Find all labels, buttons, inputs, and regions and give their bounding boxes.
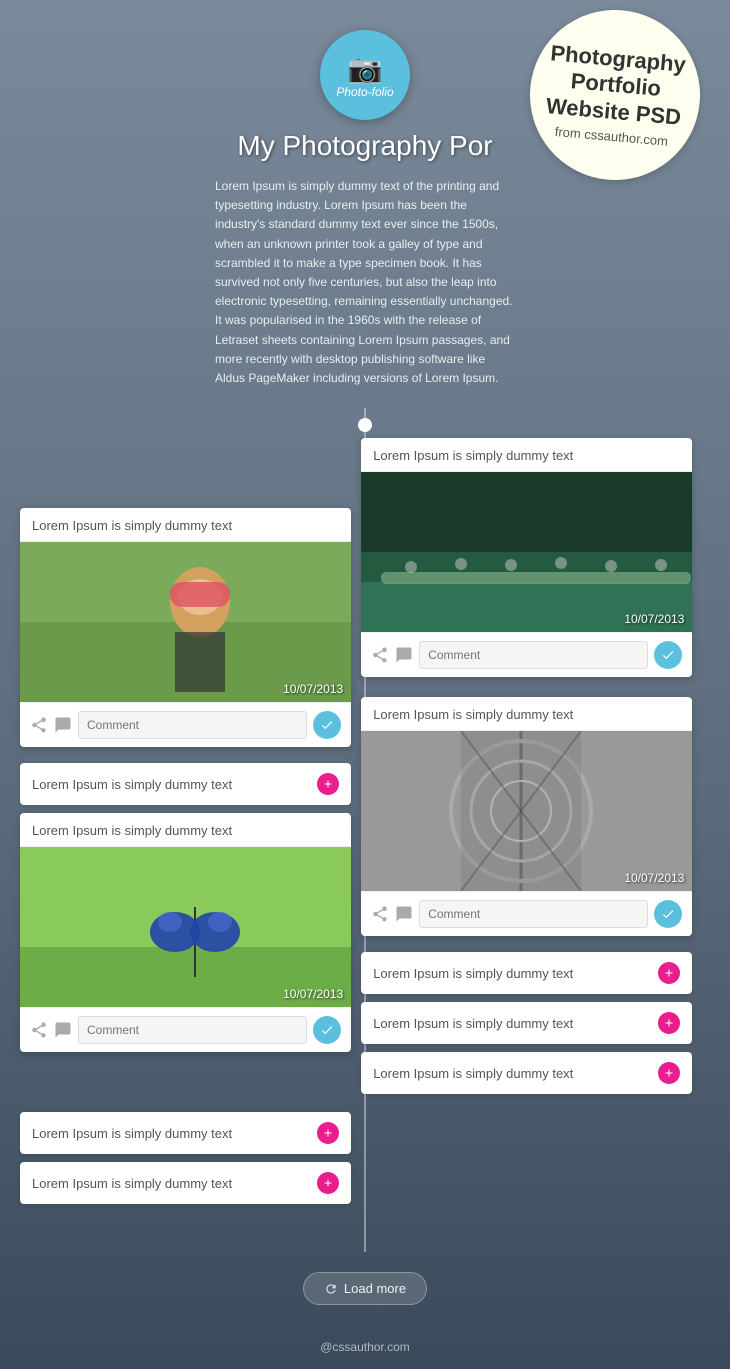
photo-image-butterfly — [20, 847, 351, 1007]
share-icon-left-2 — [30, 1021, 48, 1039]
card-title-right-2: Lorem Ipsum is simply dummy text — [361, 697, 692, 731]
small-item-left-1[interactable]: Lorem Ipsum is simply dummy text — [20, 763, 351, 805]
add-btn-left-2[interactable] — [317, 1122, 339, 1144]
comment-input-right-1[interactable] — [419, 641, 648, 669]
add-btn-right-2[interactable] — [658, 1012, 680, 1034]
badge-title-1: Photography Portfolio Website PSD — [545, 40, 687, 131]
card-title-right-1: Lorem Ipsum is simply dummy text — [361, 438, 692, 472]
small-item-right-3[interactable]: Lorem Ipsum is simply dummy text — [361, 1052, 692, 1094]
small-item-right-2[interactable]: Lorem Ipsum is simply dummy text — [361, 1002, 692, 1044]
load-more-button[interactable]: Load more — [303, 1272, 427, 1305]
small-item-text-right-2: Lorem Ipsum is simply dummy text — [373, 1016, 573, 1031]
load-more-label: Load more — [344, 1281, 406, 1296]
card-date-right-1: 10/07/2013 — [624, 612, 684, 626]
chat-icon-right-1 — [395, 646, 413, 664]
card-date-left-1: 10/07/2013 — [283, 682, 343, 696]
timeline-section: Lorem Ipsum is simply dummy text — [0, 408, 730, 1252]
card-image-wrap-left-2: 10/07/2013 — [20, 847, 351, 1007]
chat-icon-right-2 — [395, 905, 413, 923]
comment-area-right-2 — [361, 891, 692, 936]
footer: @cssauthor.com — [0, 1325, 730, 1369]
photo-card-left-2: Lorem Ipsum is simply dummy text — [20, 813, 351, 1052]
add-btn-left-1[interactable] — [317, 773, 339, 795]
small-item-text-right-1: Lorem Ipsum is simply dummy text — [373, 966, 573, 981]
share-icon-right-1 — [371, 646, 389, 664]
submit-btn-left-2[interactable] — [313, 1016, 341, 1044]
photo-card-right-2: Lorem Ipsum is simply dummy text — [361, 697, 692, 936]
small-item-left-3[interactable]: Lorem Ipsum is simply dummy text — [20, 1162, 351, 1204]
submit-btn-right-2[interactable] — [654, 900, 682, 928]
card-date-right-2: 10/07/2013 — [624, 871, 684, 885]
card-title-left-1: Lorem Ipsum is simply dummy text — [20, 508, 351, 542]
intro-paragraph: Lorem Ipsum is simply dummy text of the … — [155, 177, 575, 388]
add-btn-right-1[interactable] — [658, 962, 680, 984]
photo-card-left-1: Lorem Ipsum is simply dummy text — [20, 508, 351, 747]
footer-text: @cssauthor.com — [320, 1340, 410, 1354]
comment-input-left-2[interactable] — [78, 1016, 307, 1044]
photo-card-right-1: Lorem Ipsum is simply dummy text — [361, 438, 692, 677]
photo-image-stairs — [361, 731, 692, 891]
logo-text: Photo-folio — [336, 85, 393, 99]
photo-image-rowing — [361, 472, 692, 632]
comment-area-right-1 — [361, 632, 692, 677]
load-more-section: Load more — [0, 1252, 730, 1325]
comment-input-right-2[interactable] — [419, 900, 648, 928]
timeline-right-col: Lorem Ipsum is simply dummy text — [361, 428, 692, 1212]
page-header: 📷 Photo-folio Photography Portfolio Webs… — [0, 0, 730, 408]
share-icon-right-2 — [371, 905, 389, 923]
logo[interactable]: 📷 Photo-folio — [320, 30, 410, 120]
small-item-left-2[interactable]: Lorem Ipsum is simply dummy text — [20, 1112, 351, 1154]
small-item-text-left-3: Lorem Ipsum is simply dummy text — [32, 1176, 232, 1191]
card-image-wrap-left-1: 10/07/2013 — [20, 542, 351, 702]
small-item-text-left-1: Lorem Ipsum is simply dummy text — [32, 777, 232, 792]
add-btn-right-3[interactable] — [658, 1062, 680, 1084]
small-item-text-left-2: Lorem Ipsum is simply dummy text — [32, 1126, 232, 1141]
photo-image-child — [20, 542, 351, 702]
chat-icon-left-2 — [54, 1021, 72, 1039]
small-item-text-right-3: Lorem Ipsum is simply dummy text — [373, 1066, 573, 1081]
add-btn-left-3[interactable] — [317, 1172, 339, 1194]
small-item-right-1[interactable]: Lorem Ipsum is simply dummy text — [361, 952, 692, 994]
card-title-left-2: Lorem Ipsum is simply dummy text — [20, 813, 351, 847]
comment-area-left-2 — [20, 1007, 351, 1052]
refresh-icon — [324, 1282, 338, 1296]
timeline-left-col: Lorem Ipsum is simply dummy text — [20, 428, 351, 1212]
camera-icon: 📷 — [348, 52, 383, 85]
card-image-wrap-right-1: 10/07/2013 — [361, 472, 692, 632]
card-image-wrap-right-2: 10/07/2013 — [361, 731, 692, 891]
submit-btn-right-1[interactable] — [654, 641, 682, 669]
card-date-left-2: 10/07/2013 — [283, 987, 343, 1001]
